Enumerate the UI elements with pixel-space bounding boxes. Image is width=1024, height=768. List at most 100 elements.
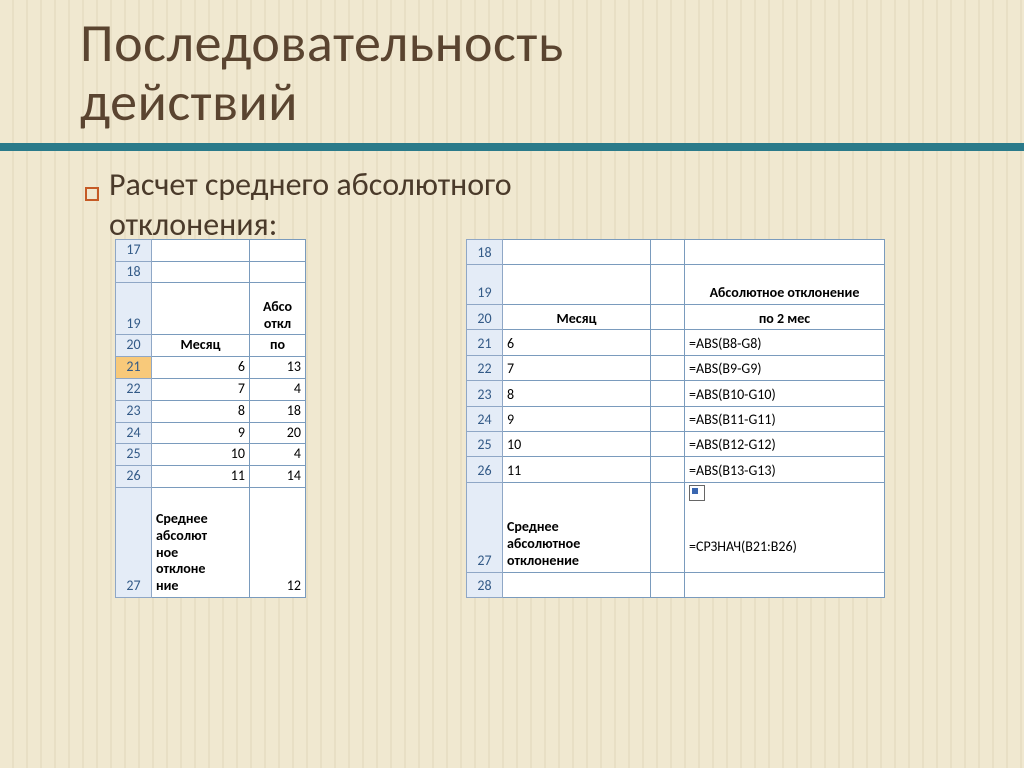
table-row: 20 Месяц по 2 мес	[467, 305, 885, 330]
table-row: 20 Месяц по	[116, 335, 306, 357]
table-row: 23 8 =ABS(B10-G10)	[467, 381, 885, 406]
cell: 10	[152, 444, 250, 466]
table-row: 26 11 14	[116, 466, 306, 488]
bullet-item: Расчет среднего абсолютного отклонения:	[85, 165, 974, 245]
cell	[651, 457, 685, 482]
cell	[503, 572, 651, 597]
table-row: 22 7 =ABS(B9-G9)	[467, 355, 885, 380]
excel-table-left: 17 18 19 Абсооткл 20	[115, 239, 306, 598]
row-header: 18	[467, 239, 503, 264]
cell: =ABS(B11-G11)	[685, 406, 885, 431]
excel-table-right: 18 19 Абсолютное отклонение 20 Месяц по …	[466, 239, 885, 598]
cell: 6	[152, 357, 250, 379]
title-line-2: действий	[80, 69, 298, 135]
table-row: 26 11 =ABS(B13-G13)	[467, 457, 885, 482]
row-header: 28	[467, 572, 503, 597]
square-bullet-icon	[85, 187, 99, 201]
row-header: 27	[116, 487, 152, 597]
table-row: 27 Среднее абсолютное отклонение =СРЗНАЧ…	[467, 482, 885, 572]
cell	[651, 265, 685, 305]
row-header: 24	[467, 406, 503, 431]
table-row: 19 Абсолютное отклонение	[467, 265, 885, 305]
cell: 20	[250, 422, 306, 444]
cell	[651, 330, 685, 355]
cell	[651, 239, 685, 264]
cell: =ABS(B13-G13)	[685, 457, 885, 482]
row-header: 20	[467, 305, 503, 330]
title-line-1: Последовательность	[80, 10, 564, 76]
cell	[250, 239, 306, 261]
cell: 12	[250, 487, 306, 597]
cell	[152, 283, 250, 335]
table-row: 25 10 =ABS(B12-G12)	[467, 431, 885, 456]
row-header: 22	[116, 378, 152, 400]
cell: 10	[503, 431, 651, 456]
title-divider	[0, 143, 1024, 151]
cell: 9	[503, 406, 651, 431]
cell	[651, 355, 685, 380]
cell	[651, 305, 685, 330]
cell: 8	[503, 381, 651, 406]
row-header: 23	[116, 400, 152, 422]
cell: 11	[152, 466, 250, 488]
cell: 4	[250, 378, 306, 400]
table-row: 19 Абсооткл	[116, 283, 306, 335]
cell: 14	[250, 466, 306, 488]
cell: 6	[503, 330, 651, 355]
cell-header: по 2 мес	[685, 305, 885, 330]
cell: 13	[250, 357, 306, 379]
subtitle-line-1: Расчет среднего абсолютного	[109, 165, 512, 204]
row-header: 25	[467, 431, 503, 456]
row-header-selected: 21	[116, 357, 152, 379]
row-header: 17	[116, 239, 152, 261]
table-row: 24 9 20	[116, 422, 306, 444]
cell	[685, 239, 885, 264]
cell: 11	[503, 457, 651, 482]
slide-body: Расчет среднего абсолютного отклонения: …	[0, 165, 1024, 598]
row-header: 22	[467, 355, 503, 380]
cell: =ABS(B8-G8)	[685, 330, 885, 355]
cell-header: Абсооткл	[250, 283, 306, 335]
row-header: 19	[467, 265, 503, 305]
cell	[250, 261, 306, 283]
cell	[152, 261, 250, 283]
cell	[651, 482, 685, 572]
row-header: 26	[116, 466, 152, 488]
cell	[651, 431, 685, 456]
cell-label: Среднее абсолют ное отклоне ние	[152, 487, 250, 597]
row-header: 26	[467, 457, 503, 482]
autofill-handle-icon	[689, 485, 705, 501]
cell	[685, 572, 885, 597]
cell: 7	[152, 378, 250, 400]
cell: =СРЗНАЧ(B21:B26)	[685, 482, 885, 572]
row-header: 23	[467, 381, 503, 406]
table-row: 18	[467, 239, 885, 264]
table-row: 21 6 13	[116, 357, 306, 379]
cell-header: Месяц	[152, 335, 250, 357]
cell-header: Абсолютное отклонение	[685, 265, 885, 305]
cell: 7	[503, 355, 651, 380]
cell: 8	[152, 400, 250, 422]
cell-label: Среднее абсолютное отклонение	[503, 482, 651, 572]
cell: 4	[250, 444, 306, 466]
table-row: 17	[116, 239, 306, 261]
row-header: 25	[116, 444, 152, 466]
row-header: 19	[116, 283, 152, 335]
cell: 9	[152, 422, 250, 444]
cell	[651, 572, 685, 597]
cell-header: по	[250, 335, 306, 357]
cell	[152, 239, 250, 261]
cell: 18	[250, 400, 306, 422]
table-row: 22 7 4	[116, 378, 306, 400]
row-header: 21	[467, 330, 503, 355]
tables-container: 17 18 19 Абсооткл 20	[85, 239, 974, 598]
row-header: 24	[116, 422, 152, 444]
table-row: 23 8 18	[116, 400, 306, 422]
row-header: 18	[116, 261, 152, 283]
table-row: 24 9 =ABS(B11-G11)	[467, 406, 885, 431]
cell: =ABS(B10-G10)	[685, 381, 885, 406]
bullet-text: Расчет среднего абсолютного отклонения:	[109, 165, 512, 245]
row-header: 27	[467, 482, 503, 572]
table-row: 28	[467, 572, 885, 597]
slide: Последовательность действий Расчет средн…	[0, 0, 1024, 768]
